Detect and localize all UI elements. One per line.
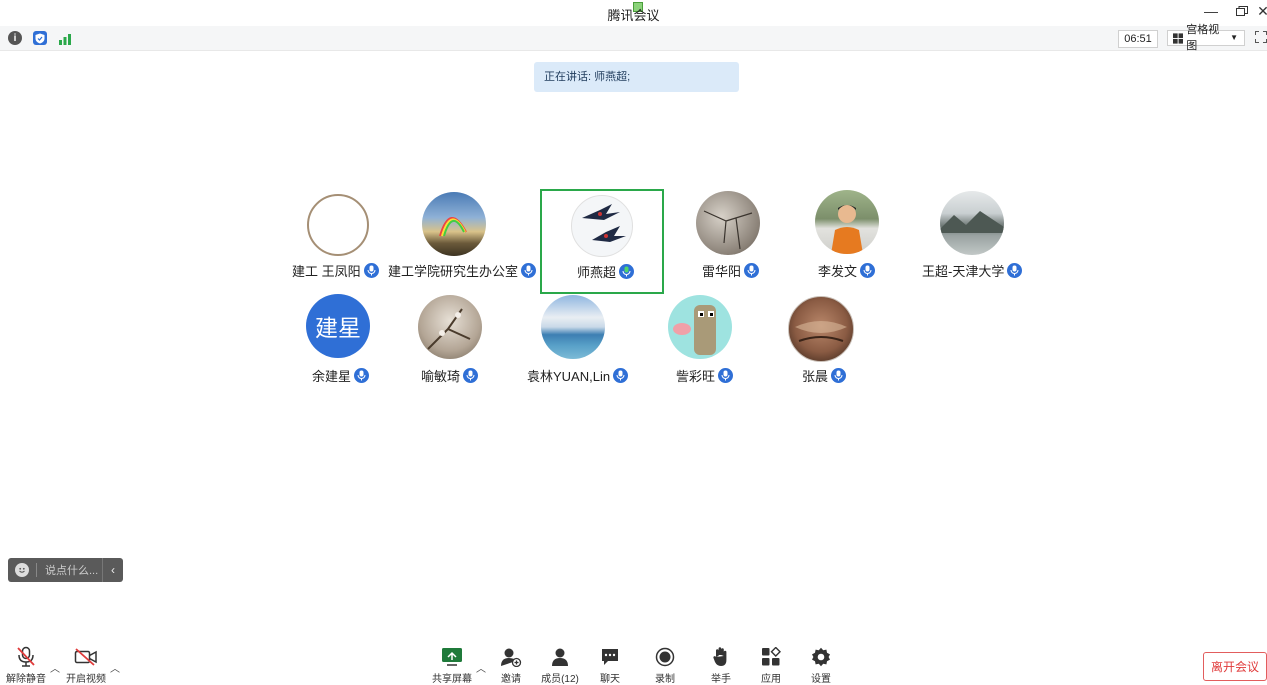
emoji-icon[interactable] [15, 563, 29, 577]
participant-name: 建工学院研究生办公室 [388, 264, 519, 279]
minimize-icon[interactable]: — [1202, 3, 1220, 19]
speaking-banner: 正在讲话: 师燕超; [534, 62, 739, 92]
avatar [307, 194, 369, 256]
start-video-button[interactable]: 开启视频 [66, 646, 106, 685]
participant-name: 喻敏琦 [421, 369, 461, 384]
signal-icon[interactable] [58, 32, 72, 45]
mic-icon [363, 263, 379, 278]
view-mode-label: 宫格视图 [1186, 24, 1220, 52]
participant-name: 余建星 [312, 369, 352, 384]
participant-name: 訾彩旺 [676, 369, 716, 384]
gear-icon [806, 646, 836, 668]
chat-button[interactable]: 聊天 [595, 646, 625, 685]
collapse-chevron-icon[interactable]: ‹ [103, 563, 123, 577]
mic-icon [831, 368, 847, 383]
share-options-caret-icon[interactable]: ︿ [476, 660, 486, 675]
participant-name: 李发文 [818, 264, 858, 279]
chat-icon [595, 646, 625, 668]
participant-name: 雷华阳 [702, 264, 742, 279]
mic-speaking-icon [619, 264, 635, 279]
chat-quick-input[interactable]: 说点什么... ‹ [8, 558, 123, 582]
grid-icon [1173, 32, 1184, 44]
record-icon [650, 646, 680, 668]
avatar [668, 295, 732, 359]
avatar-initials: 建星 [306, 294, 370, 358]
avatar-initials-text: 建星 [315, 315, 361, 341]
avatar [696, 191, 760, 255]
close-icon[interactable]: ✕ [1254, 3, 1267, 20]
participant-name: 师燕超 [577, 265, 617, 280]
participant-name: 建工 王凤阳 [292, 264, 361, 279]
mic-icon [744, 263, 760, 278]
apps-icon [756, 646, 786, 668]
participant-tile-active[interactable]: 师燕超 [540, 189, 664, 294]
participant-name: 张晨 [802, 369, 829, 384]
raise-hand-button[interactable]: 举手 [706, 646, 736, 685]
avatar [541, 295, 605, 359]
avatar [940, 191, 1004, 255]
mic-muted-icon [6, 646, 46, 668]
mic-icon [463, 368, 479, 383]
video-options-caret-icon[interactable]: ︿ [110, 660, 120, 675]
participant-name: 袁林YUAN,Lin [527, 369, 611, 384]
mic-icon [354, 368, 370, 383]
info-icon[interactable]: i [8, 31, 22, 45]
unmute-button[interactable]: 解除静音 [6, 646, 46, 685]
bottom-toolbar [0, 642, 1267, 683]
audio-options-caret-icon[interactable]: ︿ [50, 660, 60, 675]
members-icon [540, 646, 580, 668]
hand-icon [706, 646, 736, 668]
chevron-down-icon: ▼ [1230, 33, 1238, 42]
participant-name: 王超-天津大学 [922, 264, 1005, 279]
window-title: 腾讯会议 [607, 8, 660, 23]
record-button[interactable]: 录制 [650, 646, 680, 685]
chat-placeholder: 说点什么... [45, 565, 99, 577]
settings-button[interactable]: 设置 [806, 646, 836, 685]
mic-icon [860, 263, 876, 278]
restore-icon[interactable] [1233, 3, 1251, 19]
mic-icon [521, 263, 537, 278]
share-screen-icon [432, 646, 472, 668]
mic-icon [1007, 263, 1023, 278]
invite-button[interactable]: 邀请 [496, 646, 526, 685]
avatar [418, 295, 482, 359]
mic-icon [718, 368, 734, 383]
mic-icon [613, 368, 629, 383]
avatar [788, 296, 854, 362]
divider [36, 563, 37, 577]
shield-icon[interactable] [33, 31, 47, 45]
add-user-icon [496, 646, 526, 668]
avatar [815, 190, 879, 254]
avatar [571, 195, 633, 257]
view-mode-button[interactable]: 宫格视图 ▼ [1167, 24, 1245, 52]
apps-button[interactable]: 应用 [756, 646, 786, 685]
members-button[interactable]: 成员(12) [540, 646, 580, 685]
share-screen-button[interactable]: 共享屏幕 [432, 646, 472, 685]
fullscreen-icon[interactable] [1255, 31, 1267, 45]
info-bar [0, 26, 1267, 51]
meeting-timer: 06:51 [1118, 30, 1158, 48]
avatar [422, 192, 486, 256]
leave-meeting-button[interactable]: 离开会议 [1203, 652, 1267, 681]
video-off-icon [66, 646, 106, 668]
